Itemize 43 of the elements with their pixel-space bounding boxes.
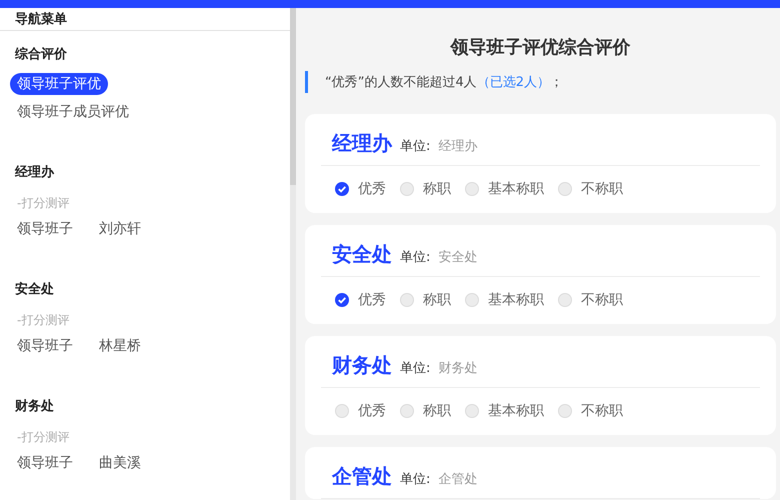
unit-label: 单位: xyxy=(400,138,430,155)
department-name: 安全处 xyxy=(332,241,392,268)
rating-option[interactable]: 称职 xyxy=(400,291,451,309)
nav-item[interactable]: 曲美溪 xyxy=(92,452,148,474)
rating-option[interactable]: 不称职 xyxy=(558,180,623,198)
unit-label: 单位: xyxy=(400,249,430,266)
rating-option[interactable]: 优秀 xyxy=(335,180,386,198)
nav-section-title: 经理办 xyxy=(15,164,54,181)
unit-value: 财务处 xyxy=(438,360,478,377)
nav-subtitle: -打分测评 xyxy=(17,195,70,212)
nav-subtitle: -打分测评 xyxy=(17,429,70,446)
department-name: 财务处 xyxy=(332,352,392,379)
nav-item[interactable]: 领导班子 xyxy=(10,335,80,357)
rating-option[interactable]: 优秀 xyxy=(335,402,386,420)
rating-option[interactable]: 基本称职 xyxy=(465,180,544,198)
unit-value: 企管处 xyxy=(438,471,478,488)
rating-option[interactable]: 不称职 xyxy=(558,402,623,420)
nav-title: 导航菜单 xyxy=(15,10,67,28)
rating-option[interactable]: 优秀 xyxy=(335,291,386,309)
rating-option[interactable]: 称职 xyxy=(400,180,451,198)
rating-option[interactable]: 不称职 xyxy=(558,291,623,309)
unit-value: 安全处 xyxy=(438,249,478,266)
department-name: 企管处 xyxy=(332,463,392,490)
page-title: 领导班子评优综合评价 xyxy=(449,36,632,59)
rating-option[interactable]: 基本称职 xyxy=(465,402,544,420)
nav-section-title: 综合评价 xyxy=(15,46,67,63)
nav-subtitle: -打分测评 xyxy=(17,312,70,329)
nav-item[interactable]: 领导班子 xyxy=(10,218,80,240)
nav-item[interactable]: 领导班子 xyxy=(10,452,80,474)
nav-item[interactable]: 林星桥 xyxy=(92,335,148,357)
nav-section-title: 财务处 xyxy=(15,398,54,415)
nav-item[interactable]: 领导班子评优 xyxy=(10,73,108,95)
scrollbar[interactable] xyxy=(290,8,296,500)
unit-label: 单位: xyxy=(400,471,430,488)
unit-label: 单位: xyxy=(400,360,430,377)
nav-item[interactable]: 刘亦轩 xyxy=(92,218,148,240)
rating-option[interactable]: 称职 xyxy=(400,402,451,420)
unit-value: 经理办 xyxy=(438,138,478,155)
notice-text: “优秀”的人数不能超过4人（已选2人）； xyxy=(305,71,776,93)
department-name: 经理办 xyxy=(332,130,392,157)
nav-section-title: 安全处 xyxy=(15,280,54,298)
nav-item[interactable]: 领导班子成员评优 xyxy=(10,101,136,123)
rating-option[interactable]: 基本称职 xyxy=(465,291,544,309)
